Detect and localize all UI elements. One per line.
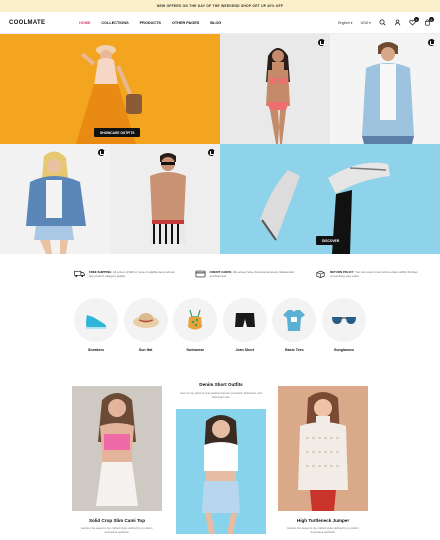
sun-hat-icon: [132, 313, 159, 328]
hero-grid: SHOWCASE OUTFITS DISCOVER: [0, 34, 440, 254]
wishlist-count: 0: [414, 17, 419, 22]
truck-icon: [74, 270, 85, 278]
sneaker-icon: [86, 315, 107, 329]
basic-tee-icon: [283, 310, 306, 331]
category-label: Sun Hat: [138, 348, 153, 352]
hero-tile-summer-look[interactable]: SHOWCASE OUTFITS: [0, 34, 220, 144]
sunglasses-icon: [331, 317, 356, 324]
product-title-turtleneck[interactable]: High Turtleneck Jumper: [278, 518, 368, 523]
hero-tile-denim-man[interactable]: [330, 34, 440, 144]
category-label: Basic Tees: [285, 348, 304, 352]
quick-add-cart-icon[interactable]: [318, 39, 325, 46]
header-utilities: English ▾ USD ▾ 0 0: [338, 17, 434, 26]
model-knit-jumper-image: [298, 392, 348, 511]
hero-tile-bikini[interactable]: [220, 34, 330, 144]
category-sun-hat[interactable]: Sun Hat: [123, 298, 168, 352]
collection-title: Denim Short Outfits: [199, 382, 243, 387]
hero-tile-sneakers[interactable]: DISCOVER: [220, 144, 440, 254]
product-image-denim-shorts[interactable]: [176, 409, 266, 534]
product-title-cami-top[interactable]: Solid Crop Slim Cami Top: [72, 518, 162, 523]
feature-return-policy: RETURN POLICY: You can return most onlin…: [315, 270, 420, 296]
collection-description: See our top picks for jean jackets that …: [180, 392, 262, 399]
category-label: Swimwear: [186, 348, 204, 352]
discover-button[interactable]: DISCOVER: [316, 236, 346, 245]
category-sneakers[interactable]: Sneakers: [74, 298, 118, 352]
wishlist-icon[interactable]: 0: [409, 17, 419, 26]
product-description-cami-top: Explore the season's top crafted styles …: [81, 527, 153, 534]
nav-blog[interactable]: BLOG: [210, 21, 221, 25]
feature-free-shipping: FREE SHIPPING: All orders of $49 or more…: [74, 270, 179, 296]
feature-credit-cards: CREDIT CARDS: We accept Visa, American E…: [195, 270, 300, 296]
cart-count: 0: [429, 17, 434, 22]
quick-add-cart-icon[interactable]: [428, 39, 435, 46]
cart-icon[interactable]: 0: [424, 17, 434, 26]
site-header: COOLMATE HOME COLLECTIONS PRODUCTS OTHER…: [0, 12, 440, 34]
product-description-turtleneck: Explore the season's top crafted styles …: [287, 527, 359, 534]
category-label: Jean Short: [235, 348, 255, 352]
credit-card-icon: [195, 270, 205, 278]
main-nav: HOME COLLECTIONS PRODUCTS OTHER PAGES BL…: [79, 21, 338, 25]
model-white-top-image: [202, 415, 240, 534]
category-sunglasses[interactable]: Sunglasses: [321, 298, 366, 352]
language-select[interactable]: English ▾: [338, 21, 353, 25]
featured-products: Denim Short Outfits See our top picks fo…: [0, 382, 440, 540]
return-box-icon: [316, 270, 325, 278]
model-bikini-image: [266, 48, 290, 144]
category-row: Sneakers Sun Hat Swimwear Jean Short Bas…: [0, 298, 440, 352]
showcase-outfits-button[interactable]: SHOWCASE OUTFITS: [94, 128, 141, 137]
quick-add-cart-icon[interactable]: [208, 149, 215, 156]
nav-collections[interactable]: COLLECTIONS: [101, 21, 128, 25]
category-swimwear[interactable]: Swimwear: [173, 298, 218, 352]
product-image-cami-top[interactable]: [72, 386, 162, 511]
category-label: Sunglasses: [333, 348, 354, 352]
model-swim-shorts-image: [150, 153, 186, 244]
category-jean-short[interactable]: Jean Short: [222, 298, 267, 352]
nav-products[interactable]: PRODUCTS: [140, 21, 161, 25]
quick-add-cart-icon[interactable]: [98, 149, 105, 156]
nav-home[interactable]: HOME: [79, 21, 90, 25]
nav-other-pages[interactable]: OTHER PAGES: [172, 21, 199, 25]
feature-strip: FREE SHIPPING: All orders of $49 or more…: [0, 254, 440, 296]
brand-logo[interactable]: COOLMATE: [9, 20, 69, 26]
product-image-turtleneck[interactable]: [278, 386, 368, 511]
model-denim-jacket-woman-image: [26, 151, 86, 254]
announcement-bar: NEW OFFERS ON THE DAY OF THE WEEKEND SHO…: [0, 0, 440, 12]
category-label: Sneakers: [88, 348, 104, 352]
search-icon[interactable]: [379, 19, 386, 26]
hero-tile-denim-woman[interactable]: [0, 144, 110, 254]
announcement-text: NEW OFFERS ON THE DAY OF THE WEEKEND SHO…: [156, 4, 284, 8]
swimwear-icon: [188, 309, 203, 330]
category-basic-tees[interactable]: Basic Tees: [272, 298, 317, 352]
account-icon[interactable]: [394, 19, 401, 26]
currency-select[interactable]: USD ▾: [361, 21, 371, 25]
model-denim-jacket-man-image: [362, 42, 414, 144]
jean-short-icon: [234, 313, 255, 327]
model-pink-top-image: [96, 393, 138, 506]
hero-tile-swim-man[interactable]: [110, 144, 220, 254]
